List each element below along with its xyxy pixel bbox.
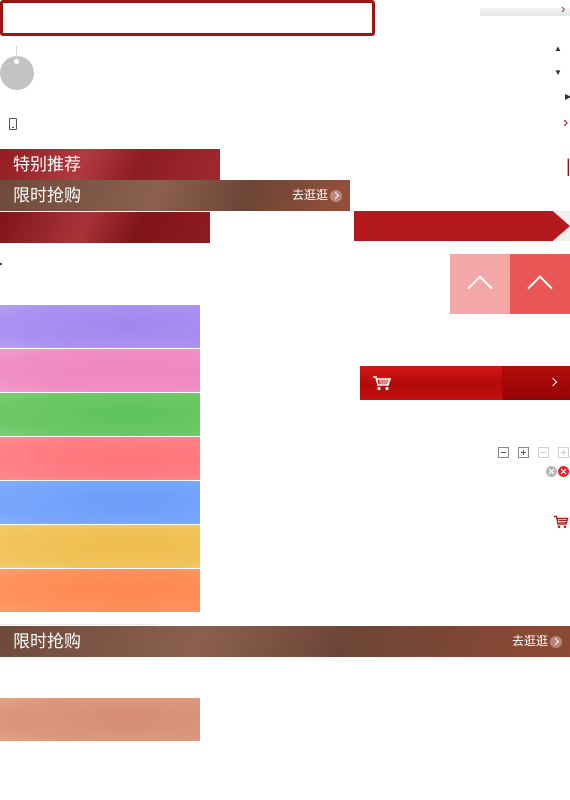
swatch-purple[interactable] bbox=[0, 305, 200, 348]
swatch-red[interactable] bbox=[0, 437, 200, 480]
chevron-up-icon bbox=[467, 275, 493, 301]
divider-bar: | bbox=[566, 156, 570, 176]
chevron-right-icon bbox=[548, 377, 558, 387]
go-browse-link[interactable]: 去逛逛 bbox=[512, 626, 562, 657]
close-circle-icon[interactable] bbox=[546, 466, 557, 477]
arrow-right-icon[interactable]: › bbox=[561, 2, 565, 15]
chevron-right-icon bbox=[330, 189, 342, 202]
chevron-right-icon[interactable]: › bbox=[563, 115, 568, 131]
arrow-down-icon[interactable]: ▼ bbox=[554, 68, 562, 78]
add-to-cart-button[interactable] bbox=[360, 366, 570, 400]
swatch-tan[interactable] bbox=[0, 698, 200, 741]
search-input[interactable] bbox=[0, 0, 375, 36]
red-banner bbox=[0, 212, 210, 243]
swatch-pink[interactable] bbox=[0, 349, 200, 392]
swatch-green[interactable] bbox=[0, 393, 200, 436]
cart-icon[interactable] bbox=[553, 515, 569, 529]
plus-button-disabled[interactable] bbox=[558, 447, 569, 458]
swatch-yellow[interactable] bbox=[0, 525, 200, 568]
phone-icon bbox=[9, 118, 17, 130]
go-browse-label: 去逛逛 bbox=[511, 634, 548, 648]
special-recommend-title: 特别推荐 bbox=[13, 155, 81, 174]
go-browse-label: 去逛逛 bbox=[291, 188, 328, 202]
top-strip bbox=[480, 8, 570, 16]
go-browse-link[interactable]: 去逛逛 bbox=[292, 180, 342, 211]
flash-sale-banner[interactable]: 限时抢购 去逛逛 bbox=[0, 180, 350, 211]
back-to-top-button[interactable] bbox=[510, 254, 570, 314]
cart-button-arrow-area[interactable] bbox=[502, 366, 570, 400]
arrow-up-icon[interactable]: ▲ bbox=[554, 44, 562, 54]
minus-button[interactable] bbox=[498, 447, 509, 458]
plus-button[interactable] bbox=[518, 447, 529, 458]
chevron-up-icon bbox=[527, 275, 553, 301]
cart-icon bbox=[373, 376, 392, 391]
close-circle-icon-red[interactable] bbox=[558, 466, 569, 477]
dot bbox=[0, 263, 2, 265]
swatch-blue[interactable] bbox=[0, 481, 200, 524]
special-recommend-banner: 特别推荐 bbox=[0, 149, 220, 180]
flash-sale-title: 限时抢购 bbox=[13, 186, 81, 205]
swatch-orange[interactable] bbox=[0, 569, 200, 612]
gift-ball-icon bbox=[0, 46, 34, 90]
minus-button-disabled[interactable] bbox=[538, 447, 549, 458]
arrow-right-icon[interactable]: ▶ bbox=[565, 92, 570, 102]
flash-sale-title: 限时抢购 bbox=[13, 632, 81, 651]
flash-sale-banner-wide[interactable]: 限时抢购 去逛逛 bbox=[0, 626, 570, 657]
back-to-top-button-light[interactable] bbox=[450, 254, 510, 314]
red-arrow-banner[interactable] bbox=[354, 211, 570, 241]
divider-line bbox=[0, 624, 158, 625]
chevron-right-icon bbox=[550, 635, 562, 648]
